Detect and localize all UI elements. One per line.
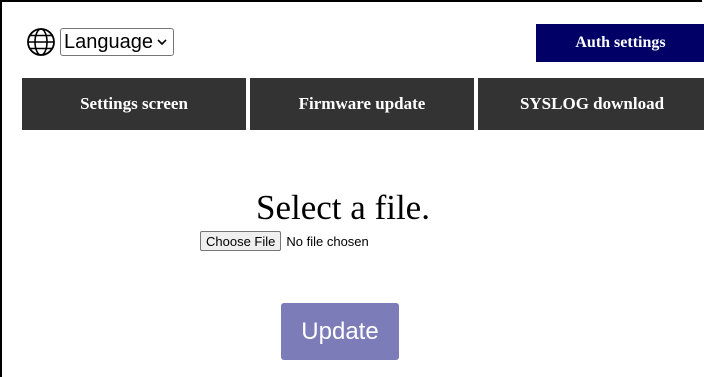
page-frame: Language Auth settings Settings screen F… bbox=[0, 0, 704, 377]
file-input: Choose File No file chosen bbox=[200, 231, 369, 251]
nav-tabs: Settings screen Firmware update SYSLOG d… bbox=[22, 78, 704, 130]
tab-label: Settings screen bbox=[80, 94, 188, 113]
globe-icon bbox=[27, 28, 55, 56]
page-title: Select a file. bbox=[256, 188, 430, 227]
tab-syslog-download[interactable]: SYSLOG download bbox=[478, 78, 704, 130]
chevron-down-icon bbox=[157, 39, 167, 46]
language-select[interactable]: Language bbox=[60, 28, 174, 56]
update-button[interactable]: Update bbox=[281, 303, 399, 360]
tab-settings-screen[interactable]: Settings screen bbox=[22, 78, 246, 130]
language-select-value: Language bbox=[64, 30, 153, 53]
choose-file-button[interactable]: Choose File bbox=[200, 231, 282, 251]
update-button-label: Update bbox=[301, 317, 379, 345]
auth-settings-label: Auth settings bbox=[575, 34, 666, 51]
language-selector-group: Language bbox=[26, 27, 174, 57]
tab-label: SYSLOG download bbox=[519, 94, 665, 113]
choose-file-label: Choose File bbox=[206, 233, 276, 249]
tab-firmware-update[interactable]: Firmware update bbox=[250, 78, 474, 130]
tab-label: Firmware update bbox=[298, 94, 426, 113]
auth-settings-button[interactable]: Auth settings bbox=[536, 24, 704, 62]
file-status-text: No file chosen bbox=[286, 233, 369, 249]
